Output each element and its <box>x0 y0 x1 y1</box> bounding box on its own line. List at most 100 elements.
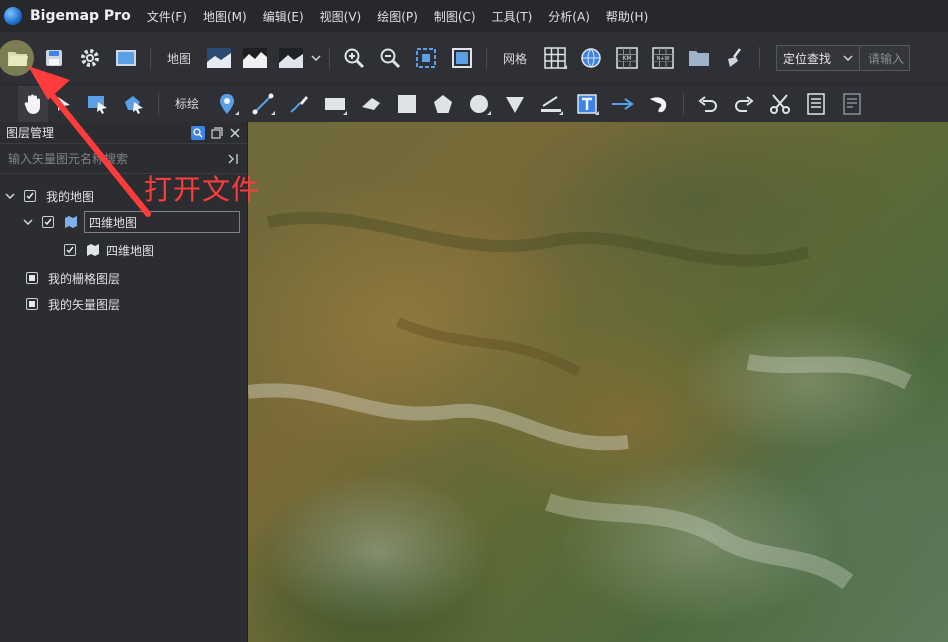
expand-toggle[interactable] <box>4 193 16 199</box>
text-tool-button[interactable] <box>569 86 605 122</box>
menu-help[interactable]: 帮助(H) <box>606 8 648 25</box>
locate-search-label: 定位查找 <box>783 51 832 66</box>
tree-item-my-map[interactable]: 我的地图 <box>4 184 94 208</box>
open-file-button[interactable] <box>0 40 36 76</box>
save-button[interactable] <box>36 40 72 76</box>
sector-icon <box>506 96 525 113</box>
checkmark-icon <box>44 218 52 226</box>
float-window-icon[interactable] <box>211 126 223 139</box>
zoom-extent-button[interactable] <box>408 40 444 76</box>
arrow-tool-button[interactable] <box>605 86 641 122</box>
curve-tool-button[interactable] <box>641 86 677 122</box>
menu-map[interactable]: 地图(M) <box>203 8 247 25</box>
arrow-shape-tool-button[interactable] <box>353 86 389 122</box>
clear-button[interactable] <box>717 40 753 76</box>
menu-view[interactable]: 视图(V) <box>320 8 362 25</box>
rect-select-button[interactable] <box>80 86 116 122</box>
cut-button[interactable] <box>762 86 798 122</box>
layer-panel-title: 图层管理 <box>6 126 55 140</box>
dropdown-corner-icon <box>595 110 600 115</box>
checkbox[interactable] <box>64 244 76 256</box>
square-tool-button[interactable] <box>389 86 425 122</box>
locate-search-input[interactable]: 请输入 <box>860 45 911 71</box>
map-pin-icon <box>220 93 235 114</box>
rectangle-tool-button[interactable] <box>317 86 353 122</box>
tree-item-layer-child[interactable]: 四维地图 <box>64 238 154 262</box>
map-source-dropdown[interactable] <box>309 40 323 76</box>
menu-edit[interactable]: 编辑(E) <box>263 8 304 25</box>
properties-button[interactable] <box>834 86 870 122</box>
polygon-select-icon <box>125 95 143 114</box>
image-button[interactable] <box>108 40 144 76</box>
locate-search-select[interactable]: 定位查找 <box>776 45 861 71</box>
km-grid-button[interactable]: KM <box>609 40 645 76</box>
measure-tool-button[interactable] <box>533 86 569 122</box>
zoom-extent-icon <box>416 48 437 68</box>
checkbox-partial[interactable] <box>26 272 38 284</box>
app-logo-icon <box>4 7 22 25</box>
tree-item-label: 四维地图 <box>89 215 138 230</box>
chevron-down-icon <box>23 219 33 225</box>
pan-tool-button[interactable] <box>18 85 48 122</box>
freehand-tool-button[interactable] <box>281 86 317 122</box>
full-extent-button[interactable] <box>444 40 480 76</box>
circle-tool-button[interactable] <box>461 86 497 122</box>
undo-button[interactable] <box>690 86 726 122</box>
map-canvas[interactable] <box>248 122 948 642</box>
checkbox[interactable] <box>24 190 36 202</box>
grid-label: 网格 <box>503 51 528 66</box>
menu-cartography[interactable]: 制图(C) <box>434 8 476 25</box>
zoom-in-button[interactable] <box>336 40 372 76</box>
settings-button[interactable] <box>72 40 108 76</box>
dropdown-corner-icon <box>487 110 492 115</box>
toolbar-separator <box>759 47 761 69</box>
line-tool-button[interactable] <box>245 86 281 122</box>
menu-analysis[interactable]: 分析(A) <box>548 8 590 25</box>
menu-draw[interactable]: 绘图(P) <box>377 8 418 25</box>
draw-toolbar: 标绘 <box>0 84 948 122</box>
map-source-3-button[interactable] <box>273 40 309 76</box>
checkbox[interactable] <box>42 216 54 228</box>
tree-item-layer-group[interactable]: 四维地图 <box>22 210 240 234</box>
broom-icon <box>728 48 742 67</box>
tree-item-vector[interactable]: 我的矢量图层 <box>26 292 120 316</box>
toolbar-separator <box>158 92 159 115</box>
collapse-icon[interactable] <box>227 153 239 165</box>
curve-icon <box>650 96 667 112</box>
attribute-button[interactable] <box>798 86 834 122</box>
search-icon <box>193 127 203 138</box>
menu-tools[interactable]: 工具(T) <box>492 8 533 25</box>
redo-button[interactable] <box>726 86 762 122</box>
folder-icon <box>689 51 710 66</box>
document-icon <box>843 92 861 115</box>
zoom-in-icon <box>344 48 365 69</box>
grid-button[interactable] <box>537 40 573 76</box>
nm-grid-button[interactable]: N+W <box>645 40 681 76</box>
checkbox-partial[interactable] <box>26 298 38 310</box>
map-source-2-button[interactable] <box>237 40 273 76</box>
point-tool-button[interactable] <box>209 86 245 122</box>
map-thumbnail-icon <box>243 48 268 68</box>
pentagon-tool-button[interactable] <box>425 86 461 122</box>
close-icon[interactable] <box>229 127 241 139</box>
chevron-down-icon <box>311 55 321 61</box>
tree-item-label: 我的栅格图层 <box>48 271 121 286</box>
undo-icon <box>698 95 717 112</box>
menu-file[interactable]: 文件(F) <box>147 8 187 25</box>
select-tool-button[interactable] <box>48 86 80 122</box>
toolbar-separator <box>683 92 685 115</box>
tree-item-raster[interactable]: 我的栅格图层 <box>26 266 120 290</box>
folder-button[interactable] <box>681 40 717 76</box>
utm-grid-button[interactable] <box>573 40 609 76</box>
scissors-icon <box>770 93 791 114</box>
toolbar-separator <box>486 47 488 69</box>
layer-search-input[interactable]: 输入矢量图元名称搜索 <box>8 150 128 167</box>
polygon-select-button[interactable] <box>116 86 152 122</box>
dropdown-corner-icon <box>343 110 348 115</box>
panel-search-button[interactable] <box>191 125 205 140</box>
sector-tool-button[interactable] <box>497 86 533 122</box>
zoom-out-button[interactable] <box>372 40 408 76</box>
expand-toggle[interactable] <box>22 219 34 225</box>
map-source-1-button[interactable] <box>201 40 237 76</box>
redo-icon <box>735 95 754 112</box>
